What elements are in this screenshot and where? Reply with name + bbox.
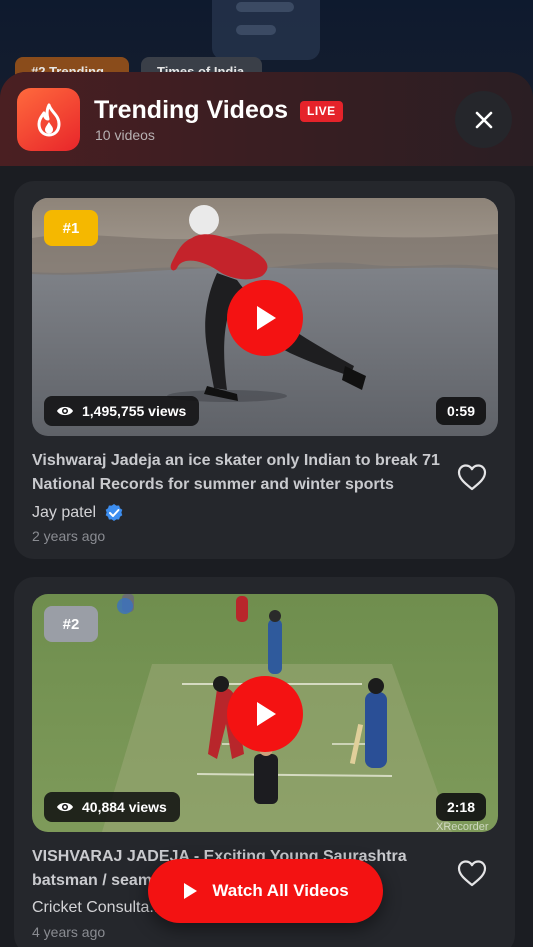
background-line — [236, 25, 276, 35]
fire-icon — [17, 88, 80, 151]
video-title[interactable]: Vishwaraj Jadeja an ice skater only Indi… — [32, 449, 452, 497]
watch-all-videos-button[interactable]: Watch All Videos — [148, 859, 383, 923]
play-icon — [257, 306, 276, 330]
recorder-watermark: XRecorder — [436, 821, 489, 832]
upload-age: 2 years ago — [32, 528, 106, 544]
rank-badge: #2 — [44, 606, 98, 642]
channel-name-text: Cricket Consulta... — [32, 899, 163, 916]
video-count: 10 videos — [95, 127, 155, 143]
video-thumbnail[interactable]: #1 1,495,755 views 0:59 — [32, 198, 498, 436]
live-badge: LIVE — [300, 101, 343, 122]
heart-icon — [457, 860, 487, 887]
close-button[interactable] — [455, 91, 512, 148]
heart-icon — [457, 464, 487, 491]
channel-name-text: Jay patel — [32, 504, 97, 521]
view-count: 40,884 views — [44, 792, 180, 822]
play-button[interactable] — [227, 676, 303, 752]
view-count-text: 40,884 views — [82, 799, 167, 815]
trending-videos-sheet: Trending Videos LIVE 10 videos #1 1,495,… — [0, 72, 533, 947]
play-icon — [184, 883, 198, 899]
view-count: 1,495,755 views — [44, 396, 200, 426]
video-duration: 0:59 — [435, 397, 486, 425]
eye-icon — [57, 802, 73, 812]
sheet-title: Trending Videos — [94, 96, 289, 124]
favorite-button[interactable] — [454, 855, 490, 891]
watch-all-label: Watch All Videos — [212, 881, 349, 900]
eye-icon — [57, 406, 73, 416]
rank-badge: #1 — [44, 210, 98, 246]
play-icon — [257, 702, 276, 726]
video-duration: 2:18 — [435, 793, 486, 821]
view-count-text: 1,495,755 views — [82, 403, 187, 419]
verified-icon — [105, 504, 123, 521]
video-thumbnail[interactable]: XRecorder #2 40,884 views 2:18 — [32, 594, 498, 832]
upload-age: 4 years ago — [32, 924, 106, 940]
play-button[interactable] — [227, 280, 303, 356]
favorite-button[interactable] — [454, 459, 490, 495]
close-icon — [475, 111, 492, 128]
video-card[interactable]: #1 1,495,755 views 0:59 Vishwaraj Jadeja… — [14, 181, 515, 559]
channel-name[interactable]: Cricket Consulta... — [32, 899, 163, 917]
sheet-header: Trending Videos LIVE 10 videos — [0, 72, 533, 166]
background-line — [236, 2, 294, 12]
channel-name[interactable]: Jay patel — [32, 503, 124, 523]
